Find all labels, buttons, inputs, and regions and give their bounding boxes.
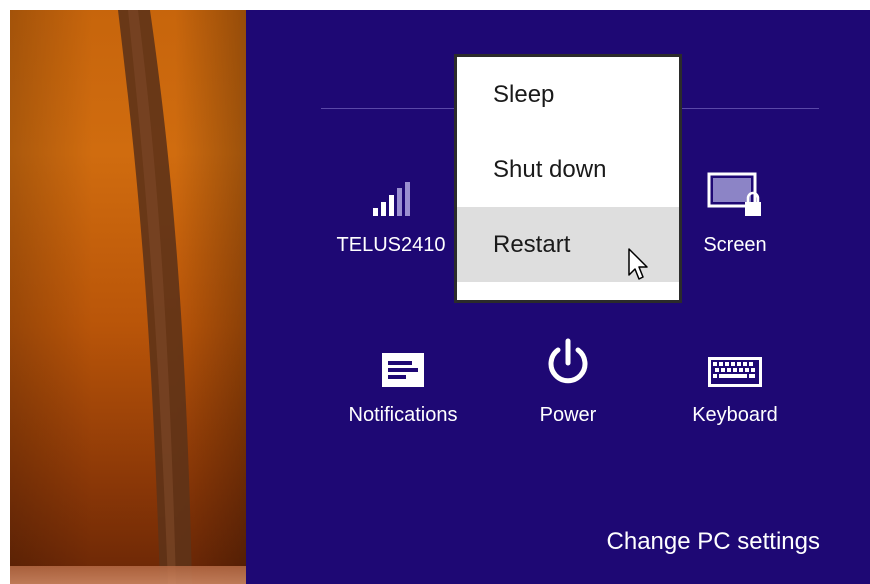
wifi-signal-icon bbox=[316, 170, 466, 218]
screen-lock-icon bbox=[660, 170, 810, 218]
wallpaper-stem bbox=[118, 10, 192, 584]
desktop-wallpaper bbox=[10, 10, 246, 584]
notifications-tile[interactable]: Notifications bbox=[328, 340, 478, 427]
power-label: Power bbox=[539, 404, 597, 426]
network-label: TELUS2410 bbox=[336, 234, 446, 256]
notifications-icon bbox=[328, 340, 478, 388]
screen-tile[interactable]: Screen bbox=[660, 170, 810, 257]
shut-down-menu-item[interactable]: Shut down bbox=[457, 132, 679, 207]
keyboard-icon bbox=[660, 340, 810, 388]
mouse-pointer-icon bbox=[628, 248, 648, 280]
power-tile[interactable]: Power bbox=[493, 338, 643, 427]
screen: TELUS2410 Screen Notifications Power Key… bbox=[10, 10, 870, 584]
screen-label: Screen bbox=[703, 234, 767, 256]
power-icon bbox=[493, 338, 643, 388]
keyboard-label: Keyboard bbox=[692, 404, 778, 426]
notifications-label: Notifications bbox=[348, 404, 458, 426]
wallpaper-bottom-strip bbox=[10, 566, 246, 584]
change-pc-settings-link[interactable]: Change PC settings bbox=[607, 528, 820, 556]
sleep-menu-item[interactable]: Sleep bbox=[457, 57, 679, 132]
keyboard-tile[interactable]: Keyboard bbox=[660, 340, 810, 427]
network-tile[interactable]: TELUS2410 bbox=[316, 170, 466, 257]
